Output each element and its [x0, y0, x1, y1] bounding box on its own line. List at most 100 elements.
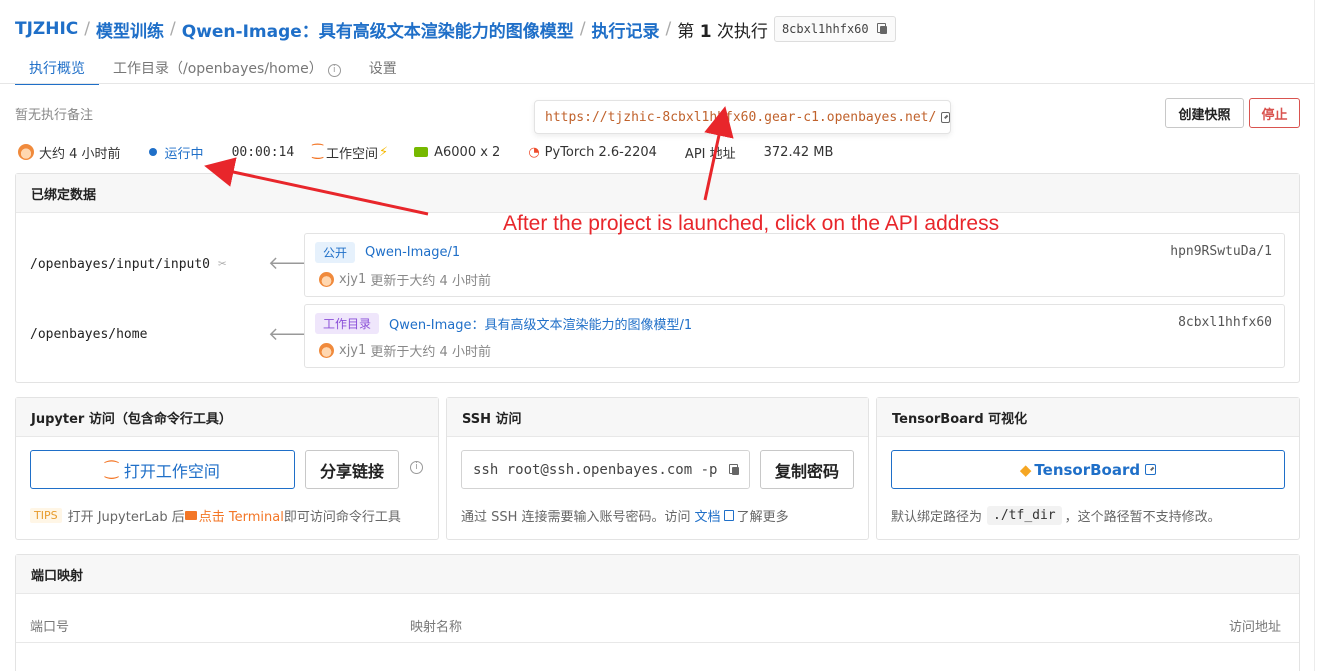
run-note: 暂无执行备注 [15, 108, 94, 123]
dataset-id: hpn9RSwtuDa/1 [1170, 244, 1272, 259]
breadcrumb-separator: / [84, 19, 91, 39]
stop-button[interactable]: 停止 [1249, 98, 1300, 128]
tab-settings[interactable]: 设置 [355, 54, 411, 84]
scrollbar-track[interactable] [1314, 0, 1315, 671]
gpu-text: A6000 x 2 [434, 144, 501, 160]
created-time-text: 大约 4 小时前 [39, 146, 121, 162]
mount-path: /openbayes/input/input0 ✂ [30, 256, 226, 272]
dataset-user: xjy1 [339, 343, 367, 358]
user-avatar [319, 343, 334, 358]
tab-work-directory[interactable]: 工作目录（/openbayes/home） i [99, 54, 355, 84]
tensorboard-button[interactable]: ◆ TensorBoard [891, 450, 1285, 489]
tips-text: 即可访问命令行工具 [283, 510, 401, 525]
nvidia-icon [414, 147, 429, 157]
table-divider [16, 642, 1299, 643]
framework-text: PyTorch 2.6-2204 [544, 144, 657, 160]
dataset-card[interactable]: 公开 Qwen-Image/1 hpn9RSwtuDa/1 xjy1 更新于大约… [304, 233, 1285, 297]
external-link-icon[interactable] [941, 111, 950, 123]
api-url-text[interactable]: https://tjzhic-8cbxl1hhfx60.gear-c1.open… [545, 110, 936, 125]
jupyter-title: Jupyter 访问（包含命令行工具） [16, 398, 438, 437]
run-state: 运行中 [148, 143, 204, 162]
run-state-text: 运行中 [164, 146, 204, 162]
dataset-title-link[interactable]: Qwen-Image/1 [365, 245, 460, 260]
tensorboard-help-text: ，这个路径暂不支持修改。 [1064, 510, 1221, 525]
tensorboard-title: TensorBoard 可视化 [877, 398, 1299, 437]
share-link-button[interactable]: 分享链接 [305, 450, 399, 489]
ssh-help: 通过 SSH 连接需要输入账号密码。访问 文档 了解更多 [461, 506, 789, 525]
run-duration: 00:00:14 [231, 144, 295, 160]
breadcrumb-records-link[interactable]: 执行记录 [592, 17, 660, 42]
info-icon[interactable]: i [327, 64, 341, 77]
tips-text: 打开 JupyterLab 后 [67, 510, 185, 525]
breadcrumb-current-run: 第 1 次执行 [677, 21, 768, 42]
dataset-card-header: 公开 Qwen-Image/1 [315, 242, 460, 263]
external-link-icon [1145, 464, 1157, 475]
breadcrumb-separator: / [170, 19, 176, 39]
jupyter-icon: ⁐ [105, 460, 118, 479]
docs-link[interactable]: 文档 [695, 506, 721, 525]
column-header-name: 映射名称 [410, 620, 463, 635]
open-workspace-button[interactable]: ⁐ 打开工作空间 [30, 450, 295, 489]
tips-terminal-link[interactable]: 点击 Terminal [199, 506, 284, 525]
api-url-tooltip[interactable]: https://tjzhic-8cbxl1hhfx60.gear-c1.open… [534, 100, 951, 134]
bolt-icon: ⚡ [378, 144, 389, 160]
api-address-link[interactable]: API 地址 [685, 143, 736, 162]
breadcrumb-org-link[interactable]: TJZHIC [15, 19, 78, 39]
bound-data-title: 已绑定数据 [16, 174, 1299, 213]
create-snapshot-button[interactable]: 创建快照 [1165, 98, 1244, 128]
tab-overview[interactable]: 执行概览 [15, 54, 99, 85]
doc-icon[interactable] [723, 510, 734, 521]
video-icon [184, 511, 197, 520]
unlink-icon[interactable]: ✂ [218, 256, 226, 272]
tensorboard-help-text: 默认绑定路径为 [891, 510, 983, 525]
ssh-command-field[interactable]: ssh root@ssh.openbayes.com -p [461, 450, 750, 489]
ssh-title: SSH 访问 [447, 398, 868, 437]
open-workspace-label: 打开工作空间 [123, 461, 220, 481]
breadcrumb-project-link[interactable]: Qwen-Image：具有高级文本渲染能力的图像模型 [182, 17, 574, 42]
dataset-title-link[interactable]: Qwen-Image：具有高级文本渲染能力的图像模型/1 [389, 314, 692, 333]
mount-path-text: /openbayes/home [30, 327, 148, 342]
copy-icon [728, 463, 740, 476]
port-mapping-panel: 端口映射 [15, 554, 1300, 671]
jupyter-tips: TIPS 打开 JupyterLab 后 点击 Terminal 即可访问命令行… [30, 506, 401, 525]
column-header-port: 端口号 [30, 620, 70, 635]
user-avatar [319, 272, 334, 287]
copy-icon[interactable] [876, 23, 888, 35]
column-header-address: 访问地址 [1229, 620, 1282, 635]
workspace-text: 工作空间 [325, 146, 378, 162]
ssh-command-text[interactable]: ssh root@ssh.openbayes.com -p [473, 462, 717, 478]
breadcrumb-separator: / [665, 19, 672, 39]
dataset-id: 8cbxl1hhfx60 [1178, 315, 1272, 330]
info-icon[interactable]: i [410, 461, 423, 474]
dataset-meta: xjy1 更新于大约 4 小时前 [319, 341, 491, 360]
tabs-divider [0, 83, 1314, 84]
tf-dir-path: ./tf_dir [987, 506, 1062, 525]
running-dot-icon [148, 148, 157, 156]
workspace-link[interactable]: ⁐ 工作空间 ⚡ [312, 143, 388, 162]
tensorboard-label: TensorBoard [1034, 460, 1141, 479]
port-mapping-title: 端口映射 [16, 555, 1299, 594]
breadcrumb: TJZHIC / 模型训练 / Qwen-Image：具有高级文本渲染能力的图像… [15, 14, 896, 44]
tab-bar: 执行概览 工作目录（/openbayes/home） i 设置 [15, 54, 411, 85]
mount-path-text: /openbayes/input/input0 [30, 256, 211, 272]
dataset-card-header: 工作目录 Qwen-Image：具有高级文本渲染能力的图像模型/1 [315, 313, 692, 334]
copy-command-button[interactable] [719, 451, 749, 488]
run-id-text: 8cbxl1hhfx60 [781, 22, 869, 36]
work-directory-badge: 工作目录 [315, 313, 380, 334]
dataset-user: xjy1 [339, 272, 367, 287]
run-id-chip[interactable]: 8cbxl1hhfx60 [773, 16, 896, 42]
copy-password-button[interactable]: 复制密码 [760, 450, 854, 489]
breadcrumb-section-link[interactable]: 模型训练 [96, 17, 164, 42]
ssh-help-text: 了解更多 [736, 510, 789, 525]
dataset-card[interactable]: 工作目录 Qwen-Image：具有高级文本渲染能力的图像模型/1 8cbxl1… [304, 304, 1285, 368]
gpu-info: A6000 x 2 [414, 145, 500, 160]
mount-path: /openbayes/home [30, 327, 147, 342]
breadcrumb-separator: / [579, 19, 586, 39]
dataset-updated: 更新于大约 4 小时前 [370, 345, 491, 360]
pytorch-icon: ◔ [528, 144, 540, 160]
user-avatar [18, 144, 34, 160]
tips-badge: TIPS [30, 508, 62, 523]
framework-info: ◔ PyTorch 2.6-2204 [528, 145, 657, 160]
ssh-help-text: 通过 SSH 连接需要输入账号密码。访问 [461, 510, 691, 525]
jupyter-icon: ⁐ [312, 144, 323, 160]
